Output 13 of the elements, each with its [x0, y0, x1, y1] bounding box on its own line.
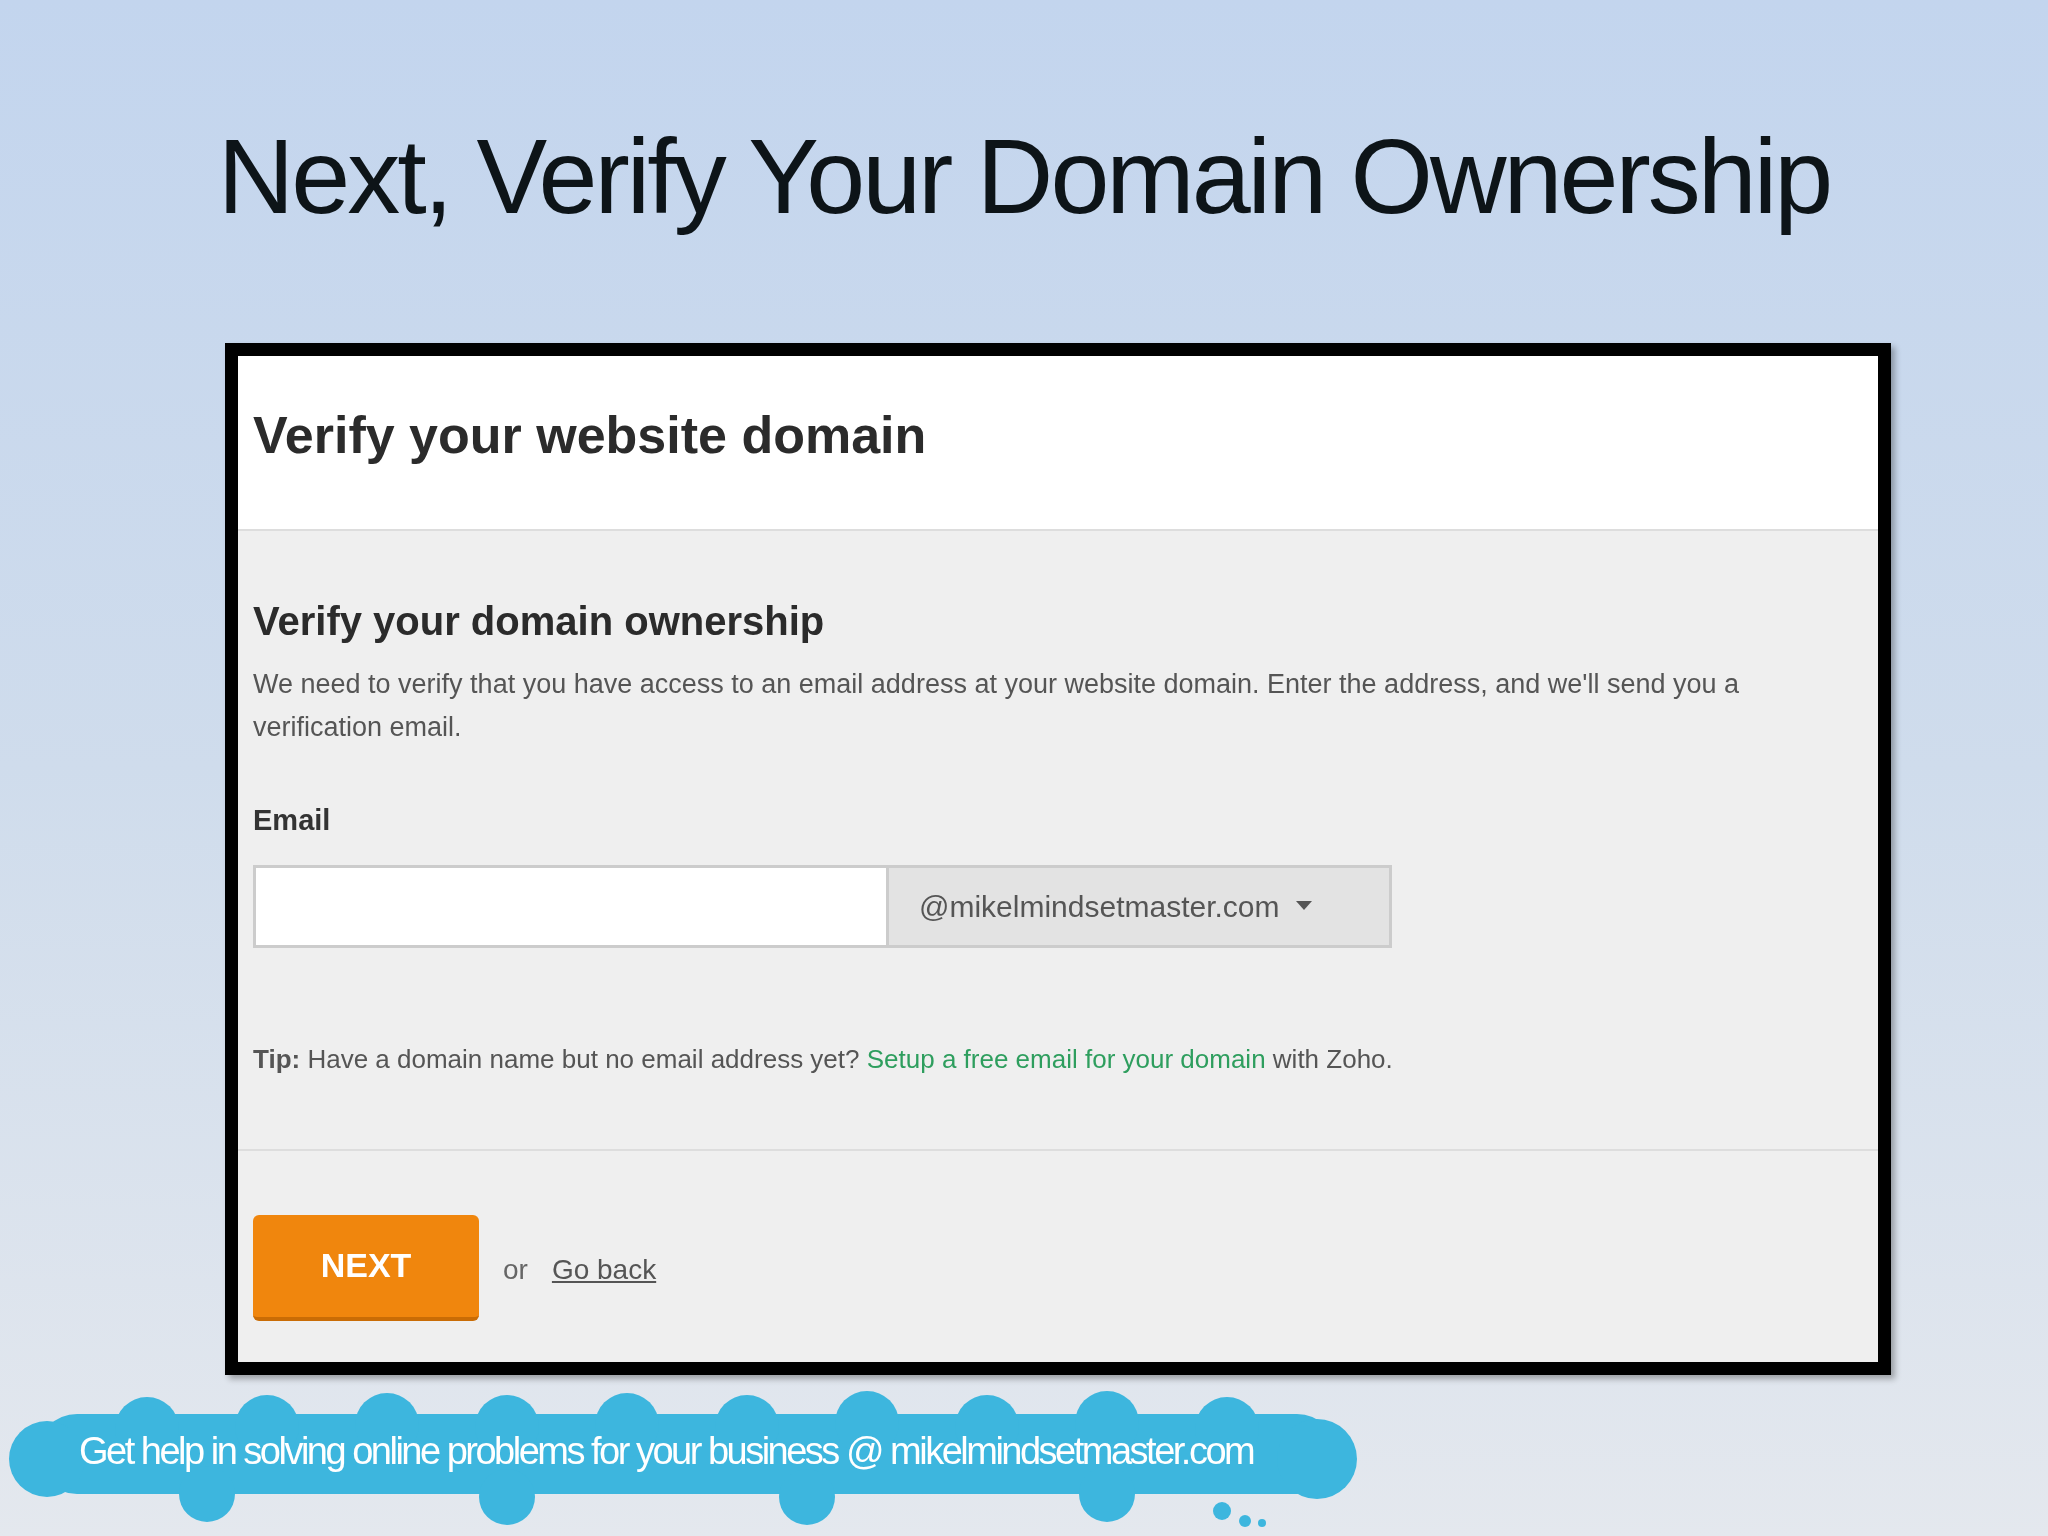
go-back-link[interactable]: Go back	[551, 1248, 657, 1291]
or-text: or	[503, 1252, 528, 1287]
banner-text: Get help in solving online problems for your business @ mikelmindsetmaster.com	[79, 1429, 1254, 1474]
dialog-title: Verify your website domain	[253, 405, 927, 466]
setup-email-link[interactable]: Setup a free email for your domain	[866, 1043, 1266, 1074]
email-label: Email	[253, 803, 332, 838]
description-text: We need to verify that you have access to an email address at your website domain. Enter the address, and we'll send you a verification email.	[253, 668, 1740, 744]
domain-dropdown[interactable]: @mikelmindsetmaster.com	[889, 864, 1392, 948]
tip-text: Tip: Have a domain name but no email address yet? Setup a free email for your domain with Zoho.	[253, 1042, 1394, 1076]
caret-icon	[1295, 901, 1312, 911]
section-title: Verify your domain ownership	[253, 598, 826, 645]
email-input[interactable]	[253, 864, 889, 948]
slide-title: Next, Verify Your Domain Ownership	[217, 115, 1831, 237]
